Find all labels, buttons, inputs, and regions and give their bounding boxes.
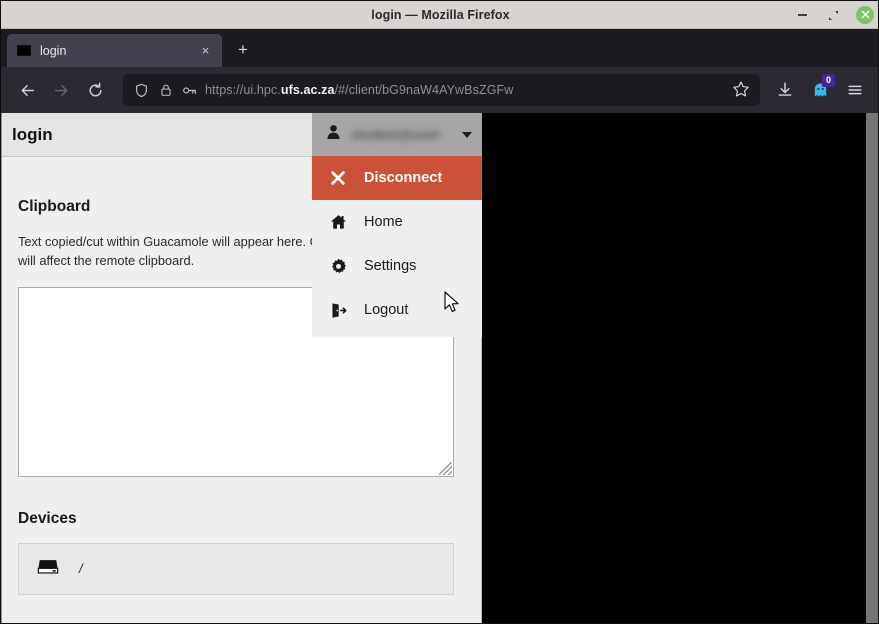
window-controls <box>794 1 874 29</box>
menu-item-label: Disconnect <box>364 170 443 186</box>
url-path: /#/client/bG9naW4AYwBsZGFw <box>334 83 514 97</box>
back-button[interactable] <box>11 74 43 106</box>
firefox-window: login — Mozilla Firefox login × + https:… <box>0 0 879 624</box>
window-title: login — Mozilla Firefox <box>371 7 510 22</box>
browser-tab[interactable]: login × <box>7 34 222 67</box>
window-titlebar: login — Mozilla Firefox <box>1 1 878 29</box>
menu-item-home[interactable]: Home <box>312 200 482 244</box>
mouse-cursor <box>444 291 461 320</box>
blank-page-icon <box>17 45 31 56</box>
hard-drive-icon <box>37 558 59 580</box>
remote-desktop-canvas[interactable] <box>482 113 878 623</box>
scrollbar-thumb[interactable] <box>866 113 878 623</box>
device-list-item[interactable]: / <box>18 542 454 595</box>
page-scrollbar[interactable] <box>866 113 878 623</box>
browser-toolbar-icons: 0 <box>770 74 870 105</box>
user-menu-toggle[interactable]: student@user <box>312 113 482 156</box>
home-icon <box>329 213 347 231</box>
menu-item-label: Settings <box>364 258 417 274</box>
key-icon[interactable] <box>181 82 198 99</box>
close-icon[interactable]: × <box>197 42 214 59</box>
url-host-prefix: ui.hpc. <box>243 83 281 97</box>
gear-icon <box>329 257 347 275</box>
devices-heading: Devices <box>18 509 77 527</box>
url-bar[interactable]: https://ui.hpc.ufs.ac.za/#/client/bG9naW… <box>123 74 760 106</box>
extension-badge: 0 <box>822 74 835 87</box>
downloads-icon[interactable] <box>770 75 800 105</box>
device-name: / <box>79 561 83 577</box>
logout-icon <box>329 301 347 319</box>
resize-handle-icon[interactable] <box>439 461 452 475</box>
maximize-button[interactable] <box>825 7 842 24</box>
chevron-down-icon[interactable] <box>462 131 472 138</box>
menu-item-settings[interactable]: Settings <box>312 244 482 288</box>
tab-label: login <box>40 43 67 58</box>
page-title: login <box>12 124 53 144</box>
star-icon[interactable] <box>732 80 752 100</box>
username-label: student@user <box>351 127 441 142</box>
guacamole-client-page: login Clipboard Text copied/cut within G… <box>1 113 878 623</box>
hamburger-menu-icon[interactable] <box>840 75 870 105</box>
user-icon <box>326 124 341 145</box>
tab-strip: login × + <box>1 29 878 67</box>
forward-button[interactable] <box>45 74 77 106</box>
shield-icon[interactable] <box>133 82 150 99</box>
lock-icon[interactable] <box>157 82 174 99</box>
menu-item-disconnect[interactable]: Disconnect <box>312 156 482 200</box>
navigation-toolbar: https://ui.hpc.ufs.ac.za/#/client/bG9naW… <box>1 67 878 113</box>
close-button[interactable] <box>856 6 874 24</box>
menu-item-label: Logout <box>364 302 409 318</box>
url-host-domain: ufs.ac.za <box>280 83 335 97</box>
menu-item-label: Home <box>364 214 403 230</box>
extension-icon[interactable]: 0 <box>805 74 835 105</box>
url-scheme: https:// <box>205 83 244 97</box>
reload-button[interactable] <box>79 74 111 106</box>
url-text[interactable]: https://ui.hpc.ufs.ac.za/#/client/bG9naW… <box>205 83 725 97</box>
close-x-icon <box>329 169 347 187</box>
minimize-button[interactable] <box>794 7 811 24</box>
new-tab-button[interactable]: + <box>228 35 258 65</box>
